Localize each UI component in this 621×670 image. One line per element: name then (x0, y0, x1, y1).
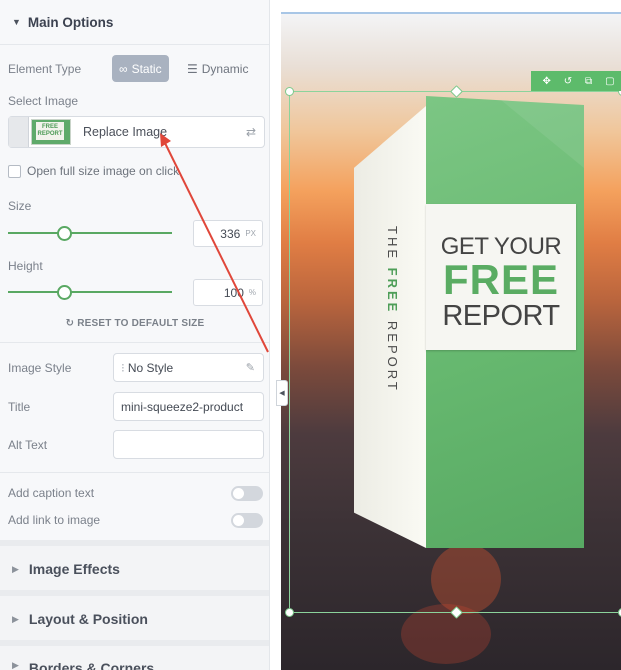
slider-track[interactable] (8, 232, 172, 234)
static-toggle-button[interactable]: ∞ Static (112, 55, 169, 82)
slider-knob[interactable] (57, 226, 72, 241)
title-input[interactable]: mini-squeeze2-product (113, 392, 264, 421)
caption-toggle[interactable] (231, 486, 263, 501)
delete-icon[interactable]: ▢ (605, 76, 614, 87)
slider-track[interactable] (8, 291, 172, 293)
static-label: Static (131, 61, 162, 76)
replace-image-button[interactable]: FREE REPORT Replace Image ⇄ (8, 116, 265, 148)
toggle-knob (233, 488, 244, 499)
caret-right-icon: ▶ (12, 563, 19, 574)
image-thumbnail: FREE REPORT (31, 119, 71, 145)
move-icon[interactable]: ✥ (542, 76, 550, 87)
link-icon: ∞ (119, 61, 128, 76)
alt-text-label: Alt Text (8, 438, 48, 452)
height-slider[interactable] (8, 285, 172, 300)
image-style-label: Image Style (8, 361, 72, 375)
layout-position-title: Layout & Position (28, 611, 148, 627)
resize-handle-sw[interactable] (285, 608, 294, 617)
dynamic-toggle-button[interactable]: ☰ Dynamic (180, 55, 255, 82)
settings-panel: ▼ Main Options Element Type ∞ Static ☰ D… (0, 0, 270, 670)
size-input[interactable]: 336 PX (193, 220, 263, 247)
height-unit: % (248, 288, 256, 297)
style-marker-icon: ⁝ (121, 360, 125, 375)
image-selection-frame[interactable] (285, 85, 621, 619)
divider (0, 44, 269, 45)
element-type-label: Element Type (8, 62, 82, 76)
title-label: Title (8, 400, 31, 414)
undo-icon[interactable]: ↺ (564, 76, 572, 87)
height-input[interactable]: 100 % (193, 279, 263, 306)
open-full-size-label: Open full size image on click (27, 164, 180, 178)
image-effects-header[interactable]: ▶ Image Effects (0, 540, 269, 592)
link-toggle[interactable] (231, 513, 263, 528)
size-slider[interactable] (8, 226, 172, 241)
element-toolbar: ✥ ↺ ⧉ ▢ (531, 71, 621, 91)
database-icon: ☰ (187, 61, 198, 76)
resize-handle-nw[interactable] (285, 87, 294, 96)
slider-knob[interactable] (57, 285, 72, 300)
toggle-knob (233, 515, 244, 526)
image-effects-title: Image Effects (28, 561, 120, 577)
caret-right-icon: ▶ (12, 660, 19, 670)
title-value: mini-squeeze2-product (121, 399, 244, 414)
reset-icon: ↻ (65, 318, 75, 329)
thumbnail-text: FREE REPORT (36, 122, 64, 140)
size-value: 336 (220, 226, 241, 241)
link-label: Add link to image (8, 513, 101, 527)
resize-handle-n[interactable] (450, 85, 463, 98)
layout-position-header[interactable]: ▶ Layout & Position (0, 590, 269, 642)
swap-icon: ⇄ (245, 125, 256, 139)
pencil-icon[interactable]: ✎ (246, 361, 255, 374)
reset-label: RESET TO DEFAULT SIZE (77, 318, 205, 329)
replace-image-label: Replace Image (83, 125, 168, 139)
open-full-size-checkbox[interactable]: Open full size image on click (8, 164, 179, 178)
divider (0, 342, 269, 343)
bokeh-light (401, 604, 491, 664)
dynamic-label: Dynamic (201, 61, 249, 76)
sunset-background-image: THE FREE REPORT GET YOUR FREE REPORT ✥ ↺… (281, 12, 621, 670)
image-style-value: No Style (127, 360, 174, 375)
size-unit: PX (245, 229, 256, 238)
editor-canvas[interactable]: THE FREE REPORT GET YOUR FREE REPORT ✥ ↺… (271, 0, 621, 670)
reset-size-button[interactable]: ↻ RESET TO DEFAULT SIZE (0, 318, 269, 329)
divider (0, 472, 269, 473)
checkbox-box[interactable] (8, 164, 21, 178)
height-value: 100 (223, 285, 244, 300)
alt-text-input[interactable] (113, 430, 264, 459)
borders-corners-header[interactable]: ▶ Borders & Corners (0, 640, 269, 670)
select-image-label: Select Image (8, 94, 79, 108)
image-style-select[interactable]: ⁝ No Style ✎ (113, 353, 264, 382)
caption-label: Add caption text (8, 486, 95, 500)
borders-corners-title: Borders & Corners (28, 660, 155, 670)
caret-down-icon: ▼ (12, 17, 21, 27)
main-options-title: Main Options (27, 14, 114, 30)
size-label: Size (8, 199, 32, 213)
clone-icon[interactable]: ⧉ (585, 76, 592, 87)
height-label: Height (8, 259, 43, 273)
caret-left-icon: ◀ (279, 390, 285, 397)
caret-right-icon: ▶ (12, 613, 19, 624)
drag-handle[interactable] (9, 117, 29, 147)
collapse-panel-tab[interactable]: ◀ (276, 380, 288, 406)
main-options-header[interactable]: ▼ Main Options (0, 0, 269, 44)
